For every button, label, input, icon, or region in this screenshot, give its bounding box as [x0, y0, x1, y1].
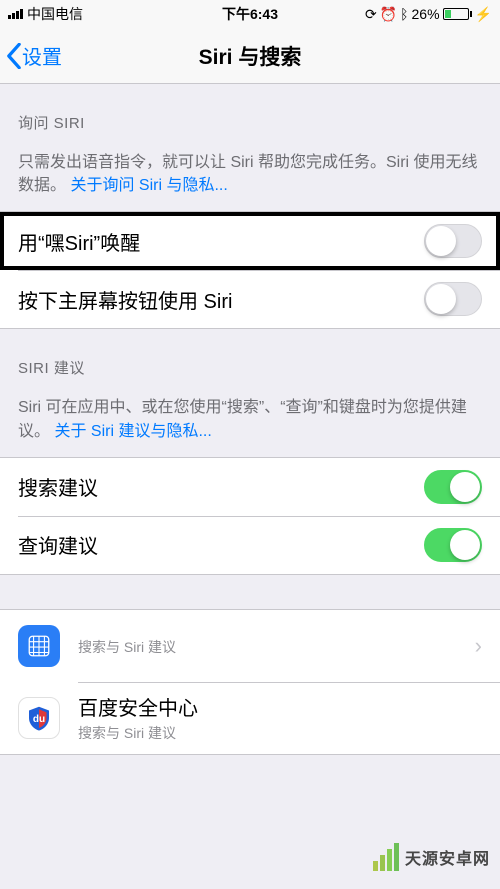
- row-search-suggestions[interactable]: 搜索建议: [0, 458, 500, 516]
- status-bar: 中国电信 下午6:43 ⟳ ⏰ ᛒ 26% ⚡: [0, 0, 500, 28]
- alarm-icon: ⏰: [380, 6, 397, 23]
- nav-bar: 设置 Siri 与搜索: [0, 28, 500, 84]
- toggle-lookup-suggestions[interactable]: [424, 528, 482, 562]
- suggestions-privacy-link[interactable]: 关于 Siri 建议与隐私...: [54, 423, 211, 440]
- section-footer-suggestions: Siri 可在应用中、或在您使用“搜索”、“查询”和键盘时为您提供建议。 关于 …: [0, 386, 500, 456]
- app-list: 搜索与 Siri 建议 › du 百度安全中心 搜索与 Siri 建议: [0, 609, 500, 755]
- svg-text:du: du: [33, 714, 45, 725]
- signal-icon: [8, 9, 23, 19]
- row-hey-siri-label: 用“嘿Siri”唤醒: [18, 227, 424, 256]
- chevron-right-icon: ›: [475, 633, 482, 659]
- battery-pct: 26%: [412, 6, 440, 22]
- back-label: 设置: [22, 41, 62, 70]
- row-lookup-suggestions-label: 查询建议: [18, 530, 424, 559]
- carrier-label: 中国电信: [27, 4, 83, 24]
- toggle-search-suggestions[interactable]: [424, 470, 482, 504]
- section-header-suggestions: SIRI 建议: [0, 329, 500, 386]
- status-left: 中国电信: [8, 4, 169, 24]
- suggestions-group: 搜索建议 查询建议: [0, 457, 500, 575]
- battery-icon: [443, 8, 472, 20]
- row-press-home-label: 按下主屏幕按钮使用 Siri: [18, 285, 424, 314]
- row-press-home[interactable]: 按下主屏幕按钮使用 Siri: [0, 270, 500, 328]
- row-lookup-suggestions[interactable]: 查询建议: [0, 516, 500, 574]
- section-footer-ask-siri: 只需发出语音指令，就可以让 Siri 帮助您完成任务。Siri 使用无线数据。 …: [0, 141, 500, 211]
- watermark: 天源安卓网: [373, 843, 490, 871]
- app-safari-sub: 搜索与 Siri 建议: [78, 637, 475, 657]
- app-row-baidu[interactable]: du 百度安全中心 搜索与 Siri 建议: [0, 682, 500, 754]
- row-search-suggestions-label: 搜索建议: [18, 472, 424, 501]
- status-time: 下午6:43: [169, 4, 330, 24]
- back-button[interactable]: 设置: [0, 41, 62, 70]
- app-row-baidu-text: 百度安全中心 搜索与 Siri 建议: [78, 692, 482, 743]
- safari-app-icon: [18, 625, 60, 667]
- app-row-safari-text: 搜索与 Siri 建议: [78, 635, 475, 657]
- app-baidu-sub: 搜索与 Siri 建议: [78, 723, 482, 743]
- chevron-left-icon: [6, 43, 22, 69]
- baidu-app-icon: du: [18, 697, 60, 739]
- content-scroll[interactable]: 询问 SIRI 只需发出语音指令，就可以让 Siri 帮助您完成任务。Siri …: [0, 84, 500, 889]
- section-header-ask-siri: 询问 SIRI: [0, 84, 500, 141]
- watermark-logo-icon: [373, 843, 399, 871]
- toggle-press-home[interactable]: [424, 282, 482, 316]
- app-baidu-title: 百度安全中心: [78, 692, 482, 721]
- page-title: Siri 与搜索: [0, 41, 500, 71]
- status-right: ⟳ ⏰ ᛒ 26% ⚡: [331, 6, 492, 23]
- row-hey-siri[interactable]: 用“嘿Siri”唤醒: [0, 212, 500, 270]
- toggle-hey-siri[interactable]: [424, 224, 482, 258]
- charging-icon: ⚡: [475, 6, 492, 23]
- ask-siri-privacy-link[interactable]: 关于询问 Siri 与隐私...: [70, 177, 227, 194]
- app-row-safari[interactable]: 搜索与 Siri 建议 ›: [0, 610, 500, 682]
- ask-siri-group: 用“嘿Siri”唤醒 按下主屏幕按钮使用 Siri: [0, 211, 500, 329]
- orientation-lock-icon: ⟳: [365, 6, 377, 23]
- watermark-text: 天源安卓网: [405, 845, 490, 869]
- bluetooth-icon: ᛒ: [400, 6, 408, 22]
